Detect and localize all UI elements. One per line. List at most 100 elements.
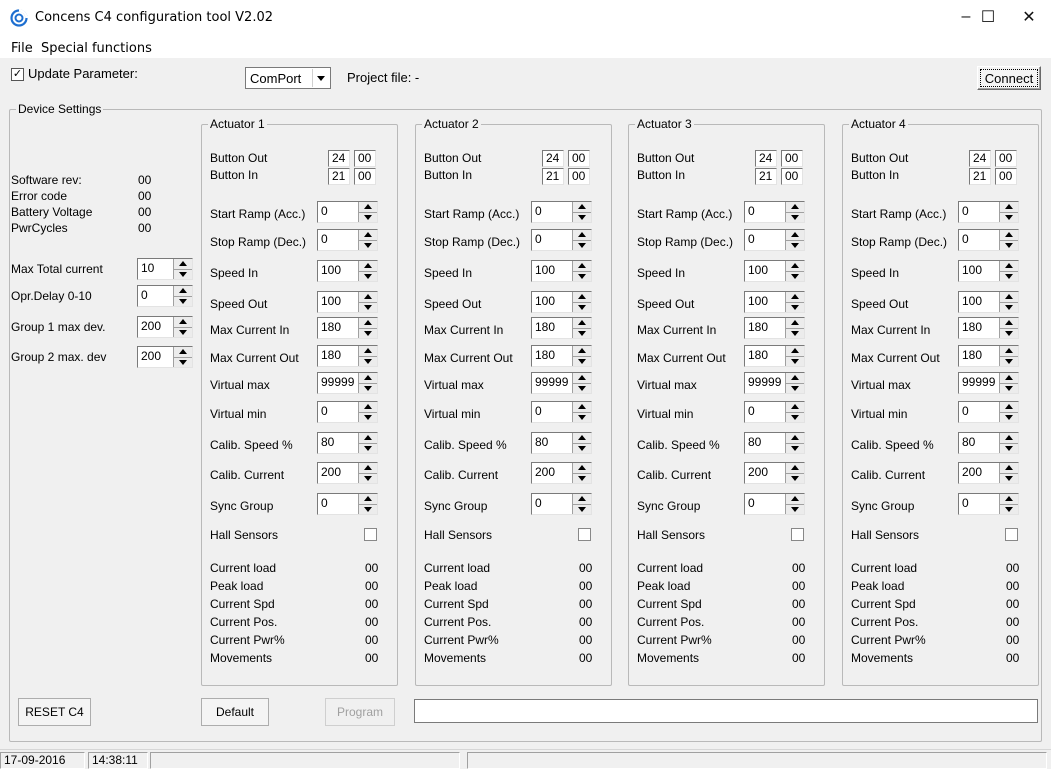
actuator-param-spin-value[interactable]: 180: [532, 346, 572, 366]
arrow-down-icon[interactable]: [573, 303, 591, 313]
arrow-up-icon[interactable]: [573, 230, 591, 241]
arrow-down-icon[interactable]: [786, 444, 804, 454]
arrow-down-icon[interactable]: [359, 303, 377, 313]
actuator-param-spin[interactable]: 180: [958, 345, 1019, 367]
device-param-spin[interactable]: 0: [137, 285, 193, 307]
arrow-down-icon[interactable]: [573, 329, 591, 339]
actuator-param-spin[interactable]: 180: [531, 317, 592, 339]
arrow-down-icon[interactable]: [786, 213, 804, 223]
arrow-up-icon[interactable]: [174, 317, 192, 328]
button-in-b[interactable]: 00: [781, 168, 803, 185]
arrow-down-icon[interactable]: [1000, 505, 1018, 515]
arrow-up-icon[interactable]: [1000, 261, 1018, 272]
actuator-param-spin[interactable]: 99999: [531, 372, 592, 394]
actuator-param-spin[interactable]: 99999: [958, 372, 1019, 394]
actuator-param-spin-value[interactable]: 0: [745, 230, 785, 250]
hall-sensors-checkbox[interactable]: [791, 528, 804, 541]
arrow-down-icon[interactable]: [359, 474, 377, 484]
device-param-spin-value[interactable]: 0: [138, 286, 173, 306]
hall-sensors-checkbox[interactable]: [1005, 528, 1018, 541]
arrow-up-icon[interactable]: [359, 433, 377, 444]
arrow-up-icon[interactable]: [1000, 463, 1018, 474]
button-in-a[interactable]: 21: [328, 168, 350, 185]
arrow-down-icon[interactable]: [359, 384, 377, 394]
arrow-up-icon[interactable]: [1000, 402, 1018, 413]
arrow-up-icon[interactable]: [786, 202, 804, 213]
arrow-up-icon[interactable]: [359, 494, 377, 505]
arrow-up-icon[interactable]: [1000, 318, 1018, 329]
actuator-param-spin-value[interactable]: 99999: [959, 373, 999, 393]
arrow-down-icon[interactable]: [1000, 474, 1018, 484]
arrow-down-icon[interactable]: [359, 241, 377, 251]
actuator-param-spin[interactable]: 0: [317, 401, 378, 423]
arrow-up-icon[interactable]: [359, 373, 377, 384]
actuator-param-spin[interactable]: 100: [317, 291, 378, 313]
arrow-down-icon[interactable]: [1000, 272, 1018, 282]
actuator-param-spin[interactable]: 99999: [744, 372, 805, 394]
actuator-param-spin-value[interactable]: 0: [959, 202, 999, 222]
actuator-param-spin-value[interactable]: 0: [318, 402, 358, 422]
actuator-param-spin-value[interactable]: 99999: [532, 373, 572, 393]
actuator-param-spin[interactable]: 100: [744, 291, 805, 313]
arrow-up-icon[interactable]: [1000, 433, 1018, 444]
actuator-param-spin-value[interactable]: 100: [532, 292, 572, 312]
arrow-up-icon[interactable]: [1000, 230, 1018, 241]
actuator-param-spin-value[interactable]: 0: [532, 230, 572, 250]
actuator-param-spin[interactable]: 180: [317, 345, 378, 367]
arrow-up-icon[interactable]: [359, 202, 377, 213]
button-in-b[interactable]: 00: [995, 168, 1017, 185]
arrow-down-icon[interactable]: [359, 444, 377, 454]
actuator-param-spin[interactable]: 0: [744, 493, 805, 515]
actuator-param-spin-value[interactable]: 180: [745, 318, 785, 338]
arrow-down-icon[interactable]: [786, 413, 804, 423]
reset-c4-button[interactable]: RESET C4: [18, 698, 91, 726]
actuator-param-spin[interactable]: 100: [958, 260, 1019, 282]
arrow-up-icon[interactable]: [359, 261, 377, 272]
button-out-a[interactable]: 24: [328, 150, 350, 167]
device-param-spin[interactable]: 10: [137, 258, 193, 280]
actuator-param-spin[interactable]: 80: [317, 432, 378, 454]
actuator-param-spin[interactable]: 180: [531, 345, 592, 367]
arrow-down-icon[interactable]: [359, 329, 377, 339]
arrow-up-icon[interactable]: [786, 230, 804, 241]
actuator-param-spin-value[interactable]: 100: [318, 261, 358, 281]
button-in-a[interactable]: 21: [969, 168, 991, 185]
arrow-down-icon[interactable]: [573, 413, 591, 423]
hall-sensors-checkbox[interactable]: [578, 528, 591, 541]
arrow-up-icon[interactable]: [573, 494, 591, 505]
arrow-up-icon[interactable]: [786, 373, 804, 384]
actuator-param-spin-value[interactable]: 200: [318, 463, 358, 483]
arrow-up-icon[interactable]: [174, 347, 192, 358]
arrow-up-icon[interactable]: [573, 433, 591, 444]
actuator-param-spin[interactable]: 0: [958, 201, 1019, 223]
arrow-up-icon[interactable]: [786, 494, 804, 505]
actuator-param-spin-value[interactable]: 180: [745, 346, 785, 366]
actuator-param-spin-value[interactable]: 80: [532, 433, 572, 453]
arrow-down-icon[interactable]: [174, 270, 192, 280]
actuator-param-spin[interactable]: 100: [958, 291, 1019, 313]
arrow-down-icon[interactable]: [786, 329, 804, 339]
arrow-down-icon[interactable]: [573, 384, 591, 394]
button-in-b[interactable]: 00: [354, 168, 376, 185]
arrow-up-icon[interactable]: [786, 292, 804, 303]
actuator-param-spin-value[interactable]: 200: [745, 463, 785, 483]
actuator-param-spin-value[interactable]: 80: [745, 433, 785, 453]
actuator-param-spin[interactable]: 0: [958, 229, 1019, 251]
arrow-up-icon[interactable]: [786, 463, 804, 474]
actuator-param-spin[interactable]: 0: [958, 493, 1019, 515]
arrow-down-icon[interactable]: [1000, 444, 1018, 454]
button-out-b[interactable]: 00: [568, 150, 590, 167]
actuator-param-spin[interactable]: 99999: [317, 372, 378, 394]
actuator-param-spin[interactable]: 0: [744, 229, 805, 251]
program-button[interactable]: Program: [325, 698, 395, 726]
actuator-param-spin[interactable]: 0: [317, 229, 378, 251]
comport-select[interactable]: ComPort: [245, 67, 331, 89]
arrow-up-icon[interactable]: [1000, 292, 1018, 303]
actuator-param-spin[interactable]: 0: [531, 229, 592, 251]
arrow-up-icon[interactable]: [786, 402, 804, 413]
button-in-a[interactable]: 21: [542, 168, 564, 185]
actuator-param-spin-value[interactable]: 99999: [745, 373, 785, 393]
update-parameter-checkbox[interactable]: ✓: [11, 68, 24, 81]
arrow-down-icon[interactable]: [573, 357, 591, 367]
arrow-down-icon[interactable]: [1000, 213, 1018, 223]
